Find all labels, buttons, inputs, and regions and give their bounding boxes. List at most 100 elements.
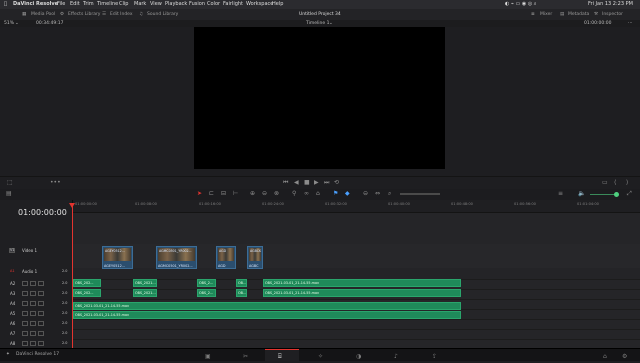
a5-mute-icon[interactable]	[38, 311, 44, 316]
position-lock-icon[interactable]: ⌂	[316, 190, 320, 198]
stop-icon[interactable]: ■	[304, 179, 310, 187]
replace-clip-icon[interactable]: ⊗	[274, 190, 279, 198]
track-header-a2[interactable]: A2 2.0	[0, 279, 72, 289]
video-clip[interactable]: AGMC0501_YR002... AGMC0501_YR002...	[156, 246, 197, 269]
track-header-v1[interactable]: V1 Video 1	[0, 247, 72, 255]
a4-mute-icon[interactable]	[38, 301, 44, 306]
menu-app-name[interactable]: DaVinci Resolve	[13, 0, 58, 9]
effects-library-icon[interactable]: ⚙	[60, 9, 64, 20]
sound-library-icon[interactable]: ♫	[139, 9, 143, 20]
page-edit-tab[interactable]	[265, 349, 299, 362]
track-header-a7[interactable]: A7 2.0	[0, 329, 72, 339]
media-pool-icon[interactable]: ▦	[22, 9, 26, 20]
selection-tool-icon[interactable]: ➤	[197, 190, 202, 198]
inspector-icon[interactable]: ⚒	[594, 9, 598, 20]
track-header-a8[interactable]: A8 2.0	[0, 339, 72, 348]
audio-clip[interactable]: OB...	[236, 279, 247, 287]
page-fairlight-icon[interactable]: ♪	[394, 351, 398, 363]
snapping-icon[interactable]: ⚲	[292, 190, 296, 198]
metadata-icon[interactable]: ▤	[560, 9, 564, 20]
a3-lock-icon[interactable]	[22, 291, 28, 296]
audio-meter-icon[interactable]: ≡	[558, 190, 563, 198]
page-edit-icon[interactable]: ⌸	[278, 351, 282, 363]
menu-help[interactable]: Help	[272, 0, 283, 9]
track-header-a3[interactable]: A3 2.0	[0, 289, 72, 299]
menu-trim[interactable]: Trim	[83, 0, 94, 9]
a7-solo-icon[interactable]	[30, 331, 36, 336]
inspector-button[interactable]: Inspector	[602, 9, 623, 20]
audio-clip[interactable]: OBS_2021-03-01_21-14-55.mov	[73, 302, 461, 310]
fullscreen-icon[interactable]: ⤢	[627, 190, 632, 198]
settings-icon[interactable]: ⚙	[622, 351, 627, 363]
page-media-icon[interactable]: ▣	[205, 351, 211, 363]
skip-start-icon[interactable]: ⏮	[283, 179, 288, 187]
video-clip[interactable]: AGBCK AGBC	[247, 246, 263, 269]
a3-solo-icon[interactable]	[30, 291, 36, 296]
page-fusion-icon[interactable]: ✧	[318, 351, 323, 363]
sound-library-button[interactable]: Sound Library	[147, 9, 178, 20]
link-icon[interactable]: ∞	[304, 190, 309, 198]
play-reverse-icon[interactable]: ◀	[294, 179, 299, 187]
a5-solo-icon[interactable]	[30, 311, 36, 316]
volume-knob[interactable]	[614, 192, 619, 197]
menu-fusion[interactable]: Fusion	[189, 0, 205, 9]
menu-fairlight[interactable]: Fairlight	[223, 0, 243, 9]
audio-clip[interactable]: OBS_2...	[197, 279, 216, 287]
zoom-detail-icon[interactable]: ⌕	[388, 190, 391, 198]
mixer-icon[interactable]: ≣	[531, 9, 535, 20]
track-header-a6[interactable]: A6 2.0	[0, 319, 72, 329]
timeline-ruler[interactable]: 01:00:00:00 01:00:08:00 01:00:16:00 01:0…	[73, 200, 640, 213]
timeline-name[interactable]: Timeline 1	[306, 20, 329, 27]
a8-mute-icon[interactable]	[38, 341, 44, 346]
video-clip[interactable]: AGD AGD	[216, 246, 236, 269]
apple-icon[interactable]: 	[4, 0, 7, 9]
a8-lock-icon[interactable]	[22, 341, 28, 346]
menu-playback[interactable]: Playback	[165, 0, 187, 9]
menu-clip[interactable]: Clip	[119, 0, 128, 9]
a4-lock-icon[interactable]	[22, 301, 28, 306]
dots-icon[interactable]: •••	[50, 179, 61, 187]
edit-index-icon[interactable]: ☰	[102, 9, 106, 20]
dynamic-trim-icon[interactable]: ⊟	[221, 190, 226, 198]
audio-clip[interactable]: OBS_202...	[73, 279, 101, 287]
viewer-mode-icon[interactable]: ▭	[602, 179, 608, 187]
menu-workspace[interactable]: Workspace	[246, 0, 273, 9]
video-clip[interactable]: AGEY0512... AGEY0512...	[102, 246, 133, 269]
loop-icon[interactable]: ⟲	[334, 179, 339, 187]
zoom-level[interactable]: 51%	[4, 20, 14, 27]
media-pool-button[interactable]: Media Pool	[31, 9, 55, 20]
mixer-button[interactable]: Mixer	[540, 9, 552, 20]
a4-solo-icon[interactable]	[30, 301, 36, 306]
next-frame-icon[interactable]: ⟩	[626, 179, 628, 187]
play-icon[interactable]: ▶	[314, 179, 319, 187]
marker-icon[interactable]: ◆	[345, 190, 350, 198]
a7-lock-icon[interactable]	[22, 331, 28, 336]
trim-tool-icon[interactable]: ⊏	[209, 190, 214, 198]
page-cut-icon[interactable]: ✂	[243, 351, 248, 363]
metadata-button[interactable]: Metadata	[568, 9, 589, 20]
audio-clip[interactable]: OBS_202...	[73, 289, 101, 297]
track-header-a1[interactable]: A1 Audio 1 2.0	[0, 268, 72, 276]
a2-mute-icon[interactable]	[38, 281, 44, 286]
home-icon[interactable]: ⌂	[603, 351, 607, 363]
viewer-options-icon[interactable]: ⋯	[628, 20, 633, 27]
menu-view[interactable]: View	[150, 0, 162, 9]
effects-library-button[interactable]: Effects Library	[68, 9, 100, 20]
page-color-icon[interactable]: ◑	[356, 351, 361, 363]
timeline-name-chevron-icon[interactable]: ⌄	[329, 20, 333, 27]
menu-file[interactable]: File	[57, 0, 65, 9]
track-header-a4[interactable]: A4 2.0	[0, 299, 72, 309]
blade-tool-icon[interactable]: ⊢	[233, 190, 238, 198]
a5-lock-icon[interactable]	[22, 311, 28, 316]
edit-index-button[interactable]: Edit Index	[110, 9, 133, 20]
audio-clip[interactable]: OBS_2021...	[133, 279, 157, 287]
audio-clip[interactable]: OB...	[236, 289, 247, 297]
audio-clip[interactable]: OBS_2021-03-01_21-14-55.mov	[73, 311, 461, 319]
a6-solo-icon[interactable]	[30, 321, 36, 326]
a2-lock-icon[interactable]	[22, 281, 28, 286]
timeline-area[interactable]: AGEY0512... AGEY0512... AGMC0501_YR002..…	[73, 200, 640, 350]
a6-lock-icon[interactable]	[22, 321, 28, 326]
audio-clip[interactable]: OBS_2...	[197, 289, 216, 297]
layout-icon[interactable]: ▤	[6, 190, 12, 198]
a3-mute-icon[interactable]	[38, 291, 44, 296]
